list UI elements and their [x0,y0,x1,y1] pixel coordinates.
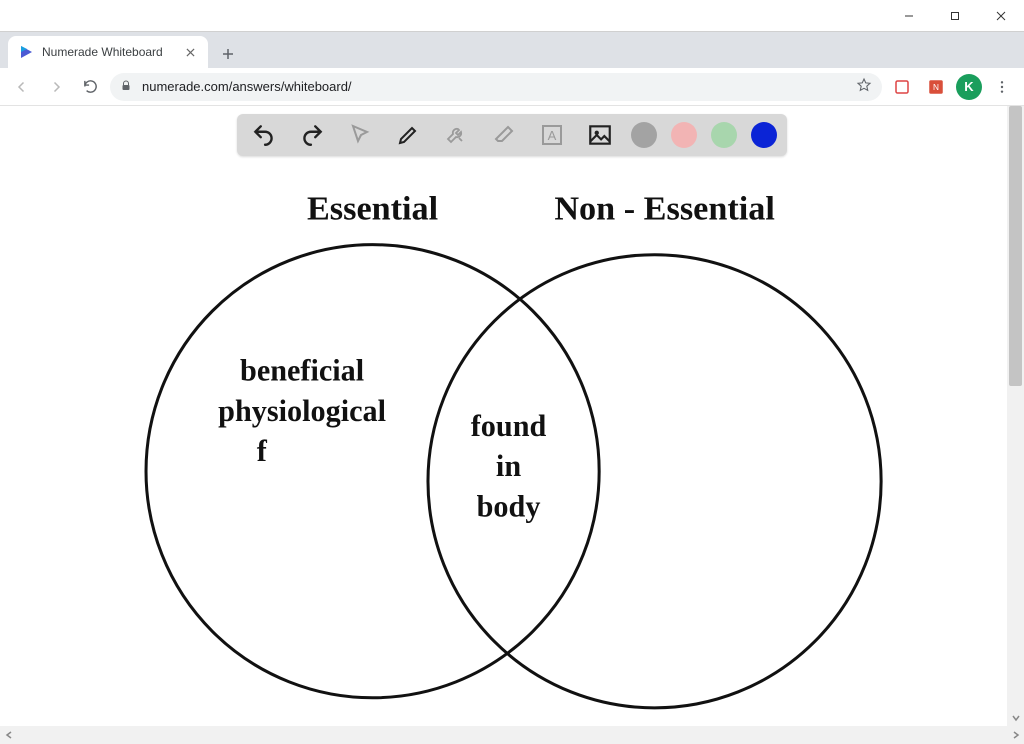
minimize-icon [904,11,914,21]
svg-text:N: N [933,83,939,92]
extension-1-button[interactable] [888,73,916,101]
arrow-right-icon [47,78,65,96]
browser-tab[interactable]: Numerade Whiteboard [8,36,208,68]
omnibox[interactable]: numerade.com/answers/whiteboard/ [110,73,882,101]
scroll-left-button[interactable] [0,727,17,744]
venn-left-title: Essential [307,189,438,227]
chevron-left-icon [4,730,14,740]
profile-avatar-button[interactable]: K [956,74,982,100]
nav-reload-button[interactable] [76,73,104,101]
tab-favicon-play-icon [18,44,34,60]
browser-menu-button[interactable] [988,73,1016,101]
maximize-icon [950,11,960,21]
whiteboard-canvas[interactable]: Essential Non - Essential beneficial phy… [0,106,1007,726]
horizontal-scrollbar[interactable] [0,726,1024,744]
extension-2-button[interactable]: N [922,73,950,101]
venn-left-text-1: beneficial [240,354,364,388]
window-close-button[interactable] [978,0,1024,32]
nav-forward-button[interactable] [42,73,70,101]
scroll-down-button[interactable] [1007,709,1024,726]
venn-diagram: Essential Non - Essential beneficial phy… [0,156,1007,726]
window-minimize-button[interactable] [886,0,932,32]
bookmark-star-button[interactable] [856,77,872,96]
venn-left-text-3: f [257,434,268,468]
chevron-down-icon [1011,713,1021,723]
arrow-left-icon [13,78,31,96]
venn-right-title: Non - Essential [554,189,775,227]
browser-toolbar: numerade.com/answers/whiteboard/ N K [0,68,1024,106]
venn-center-text-2: in [496,449,521,483]
window-maximize-button[interactable] [932,0,978,32]
star-icon [856,77,872,93]
page-viewport: A Essential Non - Essential beneficial p… [0,106,1024,726]
vertical-scrollbar[interactable] [1007,106,1024,726]
tab-title: Numerade Whiteboard [42,45,174,59]
omnibox-url: numerade.com/answers/whiteboard/ [142,79,848,94]
scroll-right-button[interactable] [1007,727,1024,744]
tab-close-button[interactable] [182,44,198,60]
profile-initial: K [964,79,973,94]
venn-left-text-2: physiological [218,394,386,428]
window-titlebar [0,0,1024,32]
kebab-icon [994,79,1010,95]
chevron-right-icon [1011,730,1021,740]
lock-icon [120,80,134,94]
nav-back-button[interactable] [8,73,36,101]
new-tab-button[interactable] [214,40,242,68]
tab-strip: Numerade Whiteboard [0,32,1024,68]
close-icon [996,11,1006,21]
venn-center-text-3: body [477,490,541,524]
scroll-thumb[interactable] [1009,106,1022,386]
reload-icon [82,78,99,95]
close-icon [186,48,195,57]
extension-icon: N [927,78,945,96]
extension-icon [893,78,911,96]
plus-icon [222,48,234,60]
venn-center-text-1: found [471,409,547,443]
